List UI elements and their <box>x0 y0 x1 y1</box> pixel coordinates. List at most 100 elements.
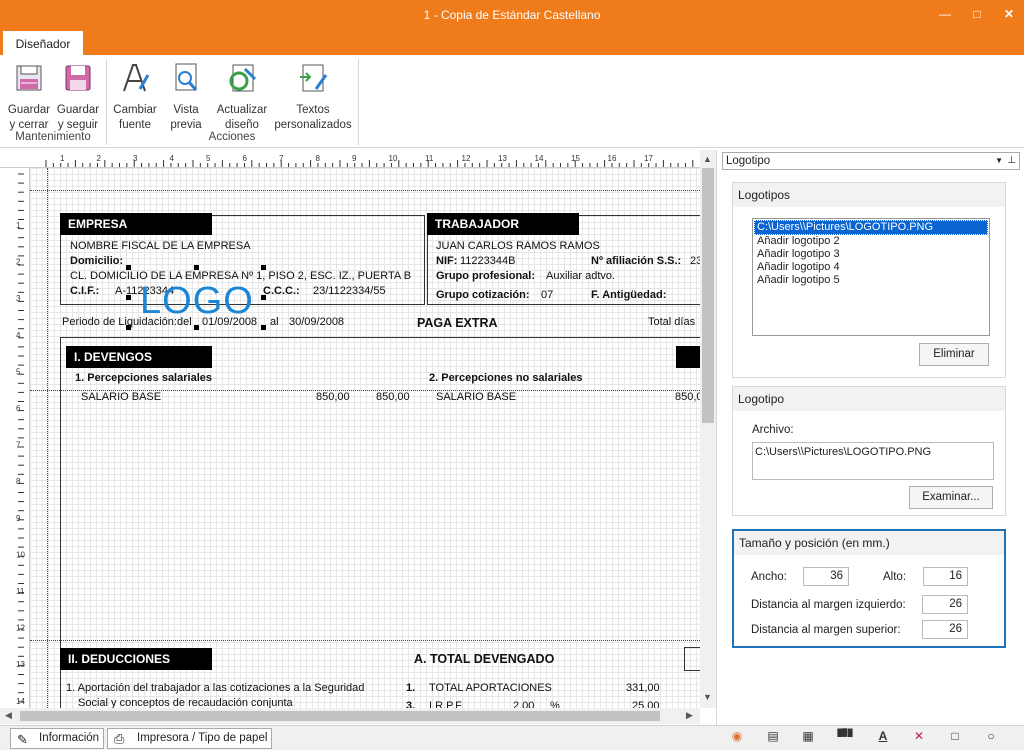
ancho-input[interactable]: 36 <box>803 567 849 586</box>
logotipo-item-5[interactable]: Añadir logotipo 5 <box>754 274 988 287</box>
eliminar-button[interactable]: Eliminar <box>919 343 989 366</box>
ruler-label: 10 <box>389 154 398 163</box>
irpf-label: I.R.P.F. <box>429 700 464 708</box>
scroll-up-arrow[interactable]: ▲ <box>703 154 712 164</box>
vruler-label: 1 <box>16 221 21 230</box>
ccc-value: 23/1122334/55 <box>313 285 386 297</box>
tab-informacion-label: Información <box>39 732 100 744</box>
custom-texts-label: Textos personalizados <box>274 104 352 131</box>
preview-label: Vista previa <box>170 104 202 131</box>
line-icon[interactable]: ✕ <box>910 729 928 747</box>
logotipo-item-4[interactable]: Añadir logotipo 4 <box>754 261 988 274</box>
izquierdo-input[interactable]: 26 <box>922 595 968 614</box>
ruler-label: 9 <box>352 154 357 163</box>
num-1: 1. <box>406 682 416 694</box>
domicilio-label: Domicilio: <box>70 255 124 267</box>
status-bar: ✎ Información ⎙ Impresora / Tipo de pape… <box>0 725 1024 750</box>
archivo-field[interactable]: C:\Users\\Pictures\LOGOTIPO.PNG <box>752 442 994 480</box>
text-icon[interactable]: A <box>874 729 892 747</box>
alto-label: Alto: <box>883 571 907 583</box>
info-icon: ✎ <box>17 732 28 747</box>
num-3: 3. <box>406 700 416 708</box>
save-close-button[interactable]: Guardar y cerrar <box>6 61 52 133</box>
alto-input[interactable]: 16 <box>923 567 968 586</box>
periodo-from: 01/09/2008 <box>202 316 258 328</box>
picture-icon[interactable]: ◉ <box>728 729 746 747</box>
vertical-scrollbar[interactable]: ▲ ▼ <box>700 150 716 708</box>
change-font-button[interactable]: Cambiar fuente <box>111 61 159 133</box>
paga-extra-title: PAGA EXTRA <box>417 316 498 330</box>
ruler-label: 5 <box>206 154 211 163</box>
barcode-icon[interactable]: █▉█ <box>834 729 856 747</box>
design-canvas[interactable]: EMPRESA NOMBRE FISCAL DE LA EMPRESA Domi… <box>30 168 700 708</box>
vruler-label: 8 <box>16 477 21 486</box>
pin-icon[interactable]: ⊥ <box>1007 153 1016 169</box>
antiguedad-label: F. Antigüedad: <box>591 289 667 301</box>
vruler-label: 12 <box>16 624 25 633</box>
selection-handle[interactable] <box>261 265 266 270</box>
total-aportaciones-value: 331,00 <box>626 682 660 694</box>
tab-impresora-label: Impresora / Tipo de papel <box>137 732 268 744</box>
maximize-button[interactable]: □ <box>962 3 992 25</box>
periodo-al: al <box>270 316 279 328</box>
grupo-label: Grupo profesional: <box>436 270 535 282</box>
perc-salariales: 1. Percepciones salariales <box>75 372 212 384</box>
selection-handle[interactable] <box>194 265 199 270</box>
printer-icon: ⎙ <box>114 731 125 746</box>
salario-base-value-2: 850,0 <box>675 391 700 403</box>
ruler-label: 14 <box>535 154 544 163</box>
rectangle-icon[interactable]: □ <box>946 729 964 747</box>
chevron-down-icon[interactable]: ▼ <box>995 153 1003 169</box>
margin-line <box>30 190 700 191</box>
ribbon-tabs: Diseñador <box>0 31 1024 55</box>
selection-handle[interactable] <box>126 265 131 270</box>
ellipse-icon[interactable]: ○ <box>982 729 1000 747</box>
logotipos-list[interactable]: C:\Users\\Pictures\LOGOTIPO.PNG Añadir l… <box>752 218 990 336</box>
vruler-label: 9 <box>16 514 21 523</box>
total-aportaciones-label: TOTAL APORTACIONES <box>429 682 552 694</box>
close-button[interactable]: ✕ <box>994 3 1024 25</box>
preview-button[interactable]: Vista previa <box>165 61 207 133</box>
logotipo-header: Logotipo <box>733 387 1005 411</box>
hscroll-thumb[interactable] <box>20 711 660 721</box>
selection-handle[interactable] <box>261 325 266 330</box>
scroll-down-arrow[interactable]: ▼ <box>703 692 712 702</box>
update-design-button[interactable]: Actualizar diseño <box>214 61 270 133</box>
examinar-button[interactable]: Examinar... <box>909 486 993 509</box>
custom-texts-button[interactable]: Textos personalizados <box>273 61 353 133</box>
save-icon <box>65 65 91 91</box>
periodo-label: Periodo de Liquidación:del <box>62 316 192 328</box>
table-icon[interactable]: ▦ <box>799 729 817 747</box>
save-close-icon <box>16 65 42 91</box>
tab-impresora[interactable]: ⎙ Impresora / Tipo de papel <box>107 728 272 749</box>
pct-sign: % <box>550 700 560 708</box>
horizontal-scrollbar[interactable]: ◀ ▶ <box>0 708 700 724</box>
vruler-label: 4 <box>16 331 21 340</box>
selection-handle[interactable] <box>126 295 131 300</box>
group-mantenimiento: Mantenimiento <box>15 131 91 143</box>
total-dias-label: Total días <box>648 316 696 328</box>
tamano-header: Tamaño y posición (en mm.) <box>734 531 1004 555</box>
superior-input[interactable]: 26 <box>922 620 968 639</box>
scroll-right-arrow[interactable]: ▶ <box>686 710 693 721</box>
report-designer[interactable]: 1 2 3 4 5 6 7 8 9 10 11 12 13 14 15 16 17 1 2 3 4 5 6 7 8 9 10 11 1… <box>0 150 716 725</box>
logotipo-item-2[interactable]: Añadir logotipo 2 <box>754 235 988 248</box>
selection-handle[interactable] <box>194 325 199 330</box>
tab-informacion[interactable]: ✎ Información <box>10 728 104 749</box>
vruler-label: 6 <box>16 404 21 413</box>
minimize-button[interactable]: — <box>930 3 960 25</box>
logotipo-item-3[interactable]: Añadir logotipo 3 <box>754 248 988 261</box>
aportacion-label-2: Social y conceptos de recaudación conjun… <box>78 697 293 708</box>
save-continue-button[interactable]: Guardar y seguir <box>54 61 102 133</box>
object-selector[interactable]: Logotipo ▼ ⊥ <box>722 152 1020 170</box>
vruler-label: 13 <box>16 660 25 669</box>
logotipo-item-1[interactable]: C:\Users\\Pictures\LOGOTIPO.PNG <box>754 220 988 235</box>
cotizacion-label: Grupo cotización: <box>436 289 530 301</box>
aportacion-label: 1. Aportación del trabajador a las cotiz… <box>66 682 365 694</box>
scroll-thumb[interactable] <box>702 168 714 423</box>
selection-handle[interactable] <box>261 295 266 300</box>
window-title: 1 - Copia de Estándar Castellano <box>423 8 601 22</box>
tab-disenador[interactable]: Diseñador <box>3 31 83 55</box>
text-frame-icon[interactable]: ▤ <box>764 729 782 747</box>
scroll-left-arrow[interactable]: ◀ <box>5 710 12 721</box>
